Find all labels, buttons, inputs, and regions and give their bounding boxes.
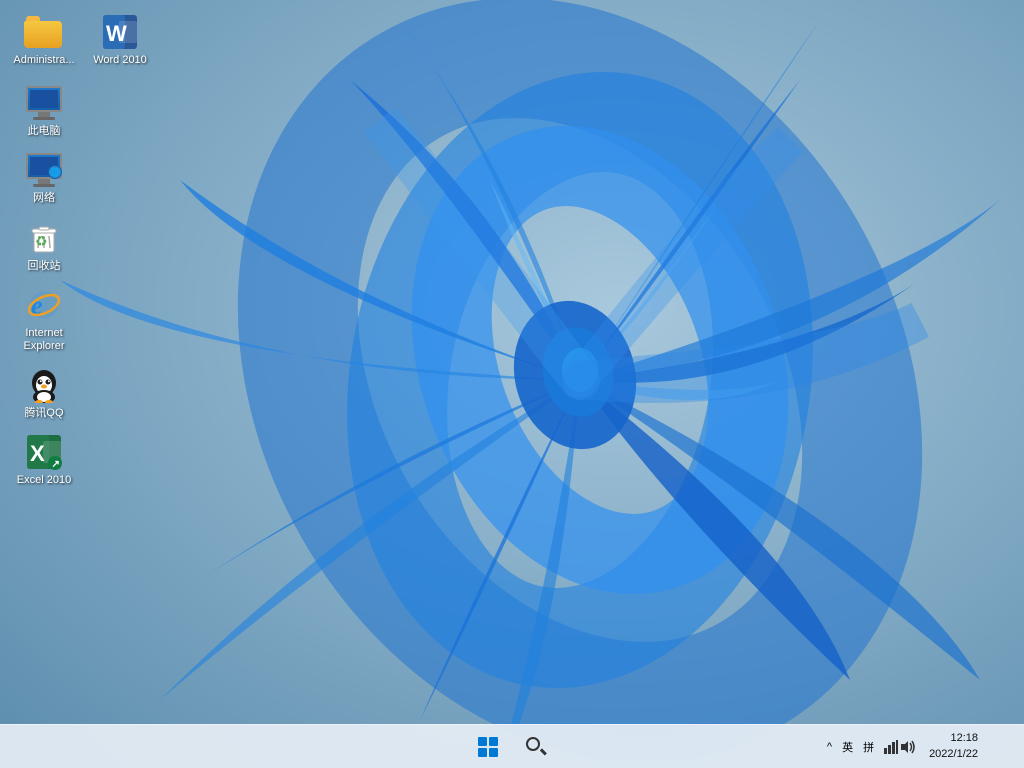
qq-label: 腾讯QQ <box>24 407 63 420</box>
taskbar-center <box>468 729 556 765</box>
desktop-icons: Administra... W Word 2010 <box>8 8 156 492</box>
administrator-folder-label: Administra... <box>13 54 74 67</box>
this-pc-icon[interactable]: 此电脑 <box>8 79 80 142</box>
search-icon <box>526 737 546 757</box>
word-icon: W <box>100 12 140 52</box>
start-button[interactable] <box>468 729 508 765</box>
clock-time: 12:18 <box>950 731 978 746</box>
word-2010-icon[interactable]: W Word 2010 <box>84 8 156 71</box>
administrator-folder-icon[interactable]: Administra... <box>8 8 80 71</box>
volume-tray-icon <box>900 740 916 754</box>
tray-overflow-caret: ^ <box>827 741 832 753</box>
language-pinyin-label: 拼 <box>863 742 874 754</box>
taskbar: ^ 英 拼 <box>0 724 1024 768</box>
network-icon: 🌐 <box>24 150 64 190</box>
this-pc-label: 此电脑 <box>28 125 61 138</box>
desktop: Administra... W Word 2010 <box>0 0 1024 768</box>
windows-logo <box>478 737 498 757</box>
recycle-bin-label: 回收站 <box>28 260 61 273</box>
network-icon-item[interactable]: 🌐 网络 <box>8 146 80 209</box>
taskbar-right: ^ 英 拼 <box>824 729 1024 765</box>
excel-icon: X ↗ <box>24 432 64 472</box>
excel-2010-label: Excel 2010 <box>17 474 71 487</box>
search-button[interactable] <box>516 729 556 765</box>
notification-icon <box>995 740 1009 754</box>
recycle-bin-icon[interactable]: ♻ 回收站 <box>8 214 80 277</box>
excel-2010-icon[interactable]: X ↗ Excel 2010 <box>8 428 80 491</box>
word-2010-label: Word 2010 <box>93 54 147 67</box>
svg-text:♻: ♻ <box>35 233 48 249</box>
qq-icon <box>24 365 64 405</box>
system-icons-button[interactable] <box>881 738 919 756</box>
network-tray-icon <box>884 740 898 754</box>
svg-text:X: X <box>30 441 45 466</box>
language-en-button[interactable]: 英 <box>839 737 856 757</box>
folder-icon <box>24 12 64 52</box>
clock[interactable]: 12:18 2022/1/22 <box>923 729 984 764</box>
ie-icon: e <box>24 285 64 325</box>
network-label: 网络 <box>33 192 55 205</box>
language-en-label: 英 <box>842 742 853 754</box>
notification-button[interactable] <box>988 729 1016 765</box>
monitor-icon <box>24 83 64 123</box>
svg-text:↗: ↗ <box>52 459 60 470</box>
ie-icon-item[interactable]: e Internet Explorer <box>8 281 80 357</box>
clock-date: 2022/1/22 <box>929 747 978 762</box>
ie-label: Internet Explorer <box>12 327 76 353</box>
tray-overflow-button[interactable]: ^ <box>824 739 835 755</box>
qq-icon-item[interactable]: 腾讯QQ <box>8 361 80 424</box>
language-pinyin-button[interactable]: 拼 <box>860 737 877 757</box>
recycle-icon: ♻ <box>24 218 64 258</box>
